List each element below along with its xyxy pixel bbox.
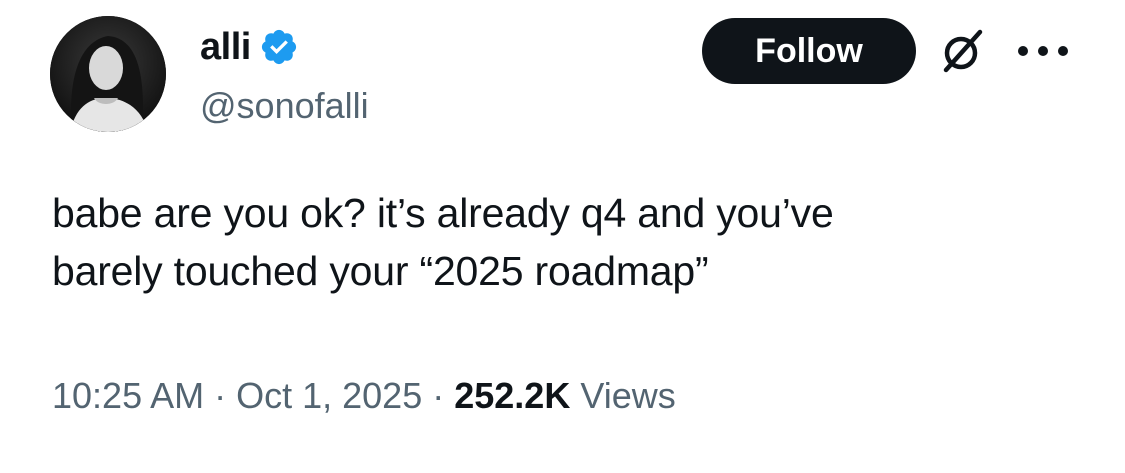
meta-separator: · (214, 375, 227, 416)
views-count: 252.2K (454, 375, 571, 416)
tweet-card: alli @sonofalli Follow babe are you ok? … (0, 0, 1125, 473)
tweet-text-line-1: babe are you ok? it’s already q4 and you… (52, 190, 834, 236)
tweet-date[interactable]: Oct 1, 2025 (236, 375, 422, 416)
display-name[interactable]: alli (200, 22, 251, 72)
tweet-meta: 10:25 AM · Oct 1, 2025 · 252.2K Views (52, 372, 676, 420)
tweet-text-line-2: barely touched your “2025 roadmap” (52, 248, 709, 294)
grok-icon[interactable] (940, 28, 986, 74)
tweet-time[interactable]: 10:25 AM (52, 375, 204, 416)
avatar[interactable] (50, 16, 166, 132)
meta-separator: · (432, 375, 445, 416)
verified-badge-icon (259, 27, 299, 67)
avatar-photo (50, 16, 166, 132)
more-options-icon[interactable] (1016, 44, 1070, 58)
follow-button[interactable]: Follow (702, 18, 916, 84)
views-label: Views (580, 375, 676, 416)
display-name-row: alli (200, 22, 299, 72)
user-handle[interactable]: @sonofalli (200, 84, 369, 128)
tweet-text: babe are you ok? it’s already q4 and you… (52, 184, 1092, 300)
